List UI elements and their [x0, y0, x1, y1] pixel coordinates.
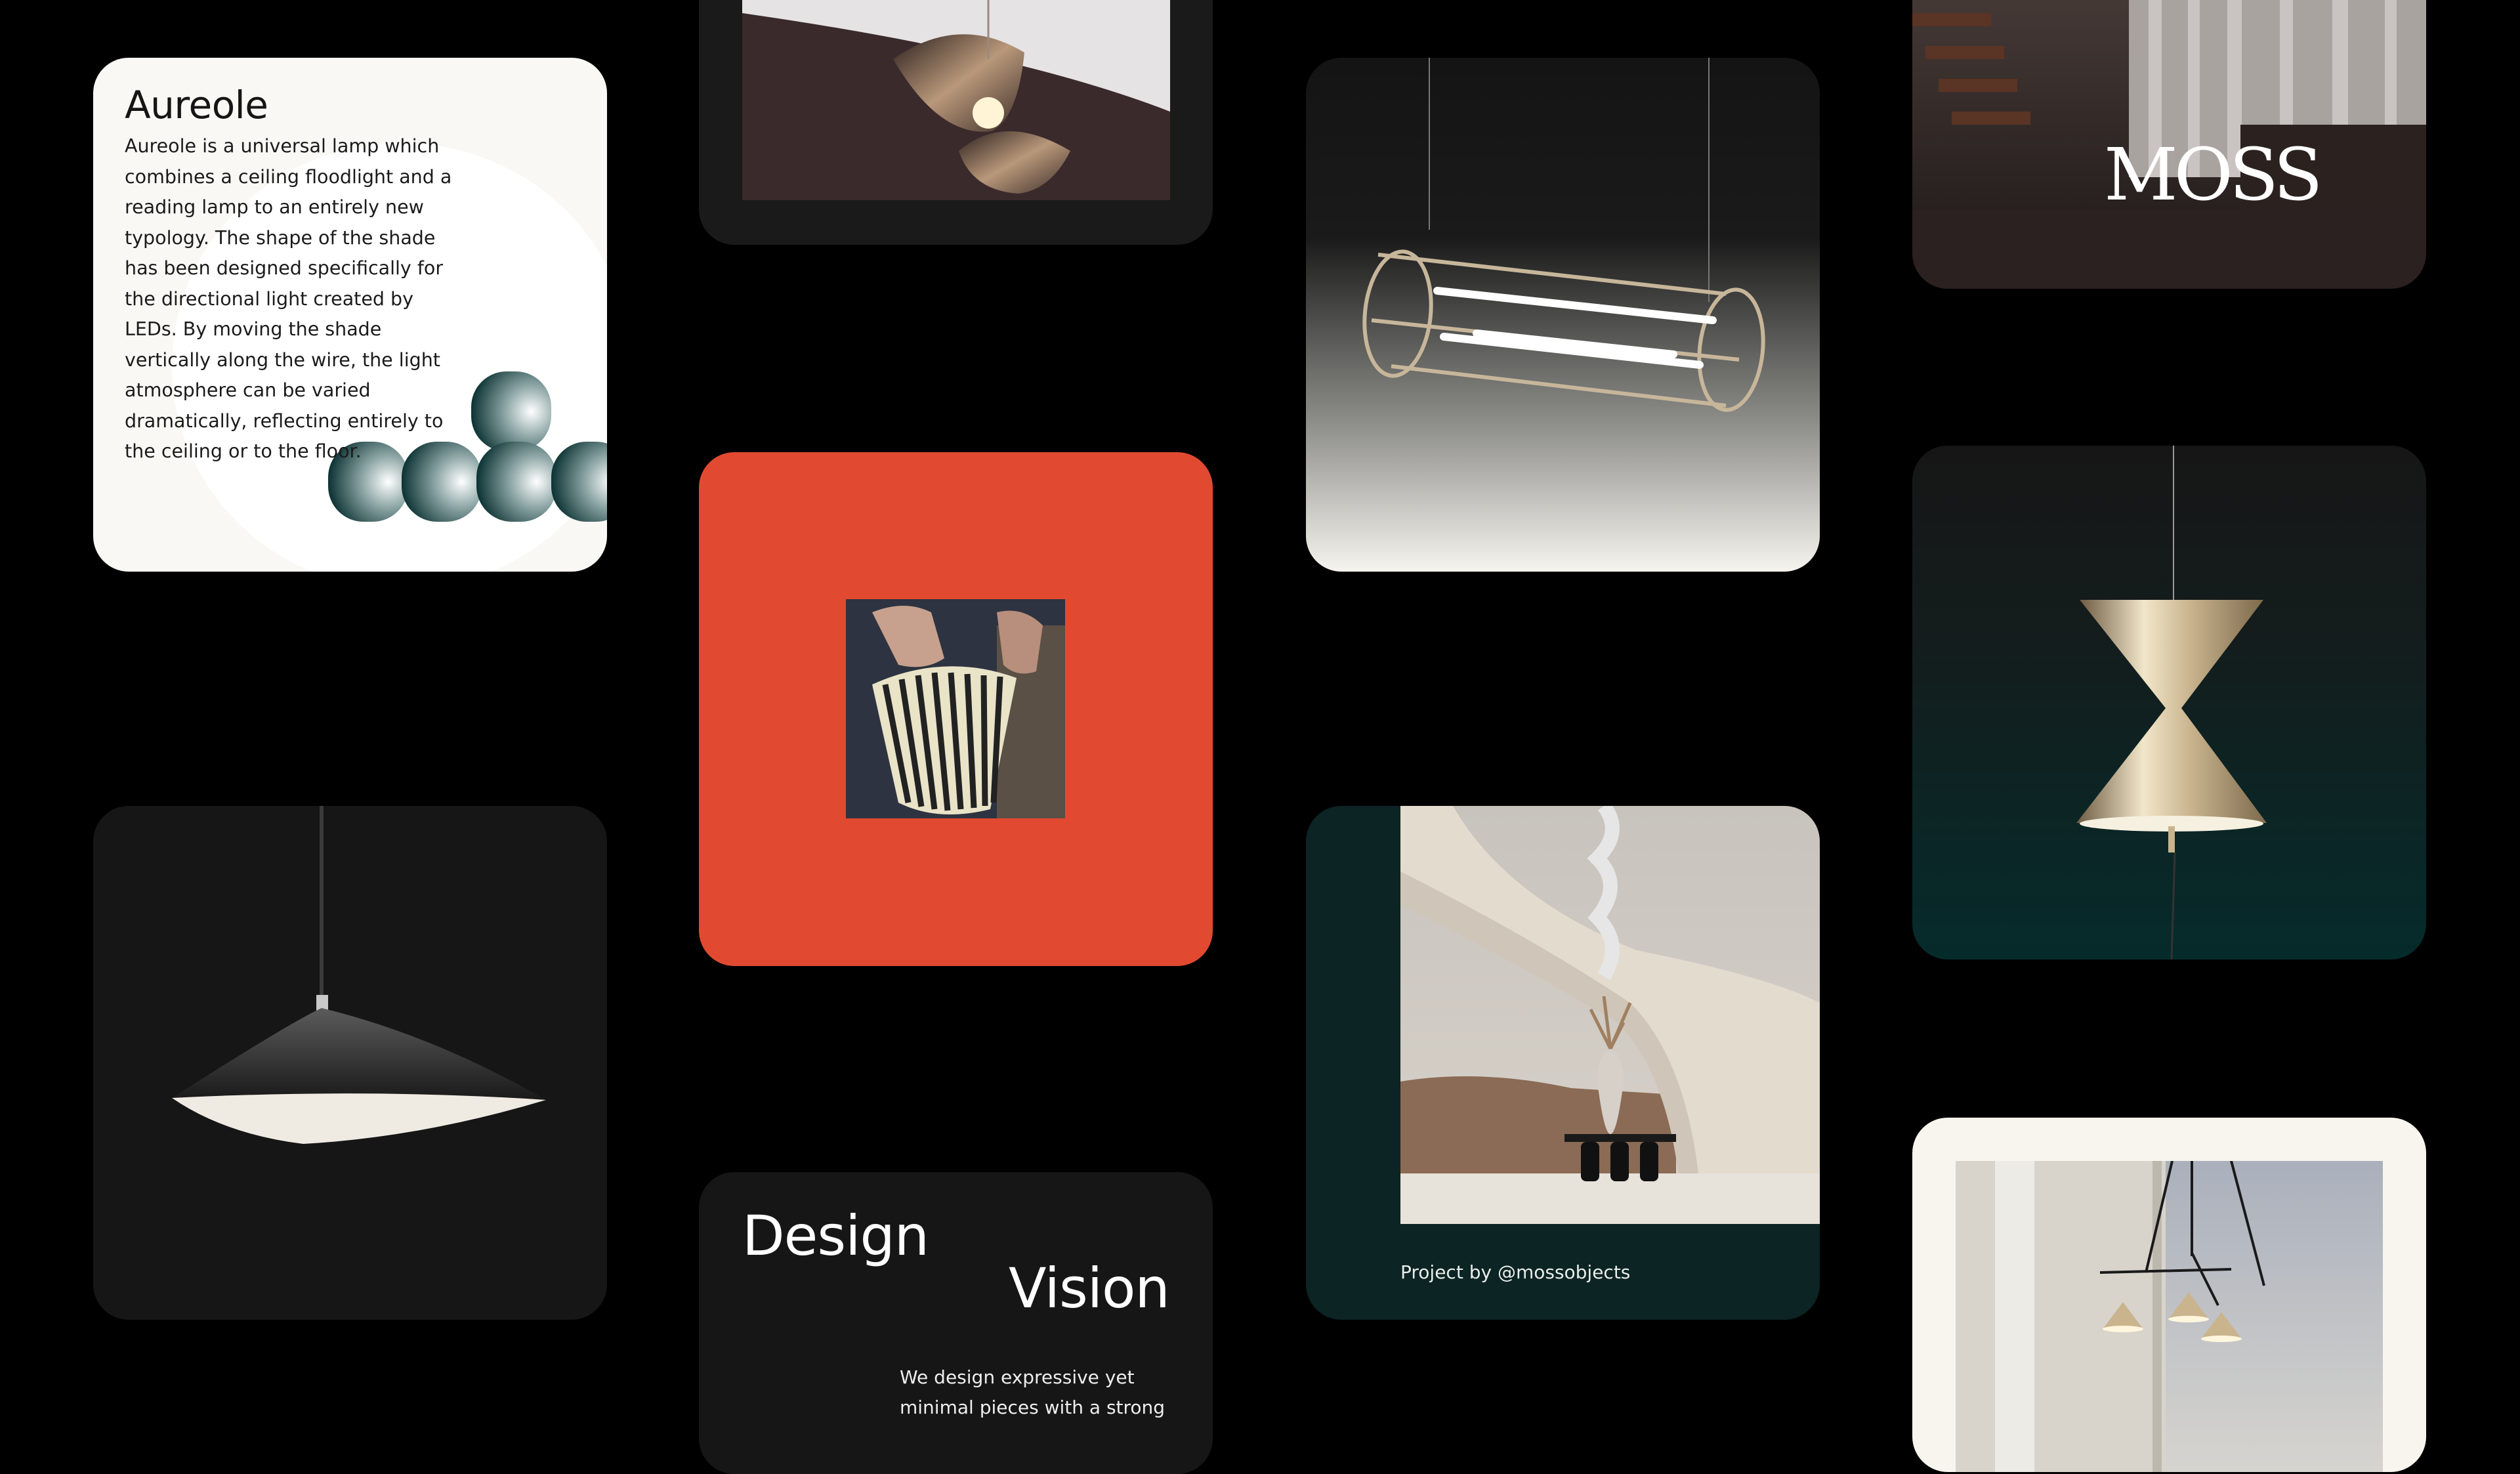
- staircase-project-card[interactable]: Project by @mossobjects: [1306, 806, 1820, 1320]
- aureole-title: Aureole: [125, 83, 268, 127]
- moss-brand-card[interactable]: MOSS: [1912, 0, 2426, 289]
- hourglass-pendant-card[interactable]: [1912, 446, 2426, 959]
- linear-pendant-card[interactable]: [1306, 58, 1820, 572]
- black-pendant-card[interactable]: [93, 806, 607, 1320]
- woven-lamp-photo: [846, 599, 1065, 818]
- cluster-pendant-card[interactable]: [1912, 1118, 2426, 1472]
- aureole-description: Aureole is a universal lamp which combin…: [125, 135, 452, 462]
- design-vision-card[interactable]: Design Vision We design expressive yet m…: [699, 1172, 1213, 1474]
- cluster-pendant-photo: [1956, 1161, 2383, 1472]
- black-pendant-photo: [172, 806, 546, 1144]
- project-credit: Project by @mossobjects: [1400, 1261, 1631, 1283]
- linear-pendant-photo: [1306, 58, 1820, 572]
- design-heading: Design: [742, 1204, 929, 1268]
- craft-card[interactable]: [699, 452, 1213, 966]
- aureole-card[interactable]: Aureole Aureole is a universal lamp whic…: [93, 58, 607, 572]
- staircase-photo: [1400, 806, 1820, 1224]
- hourglass-pendant-photo: [1912, 446, 2426, 959]
- pendant-shade-card[interactable]: [699, 0, 1213, 245]
- vision-heading: Vision: [1009, 1256, 1170, 1320]
- design-description: We design expressive yet minimal pieces …: [900, 1366, 1166, 1418]
- moss-logo: MOSS: [2104, 133, 2323, 217]
- pendant-shade-photo: [742, 0, 1170, 200]
